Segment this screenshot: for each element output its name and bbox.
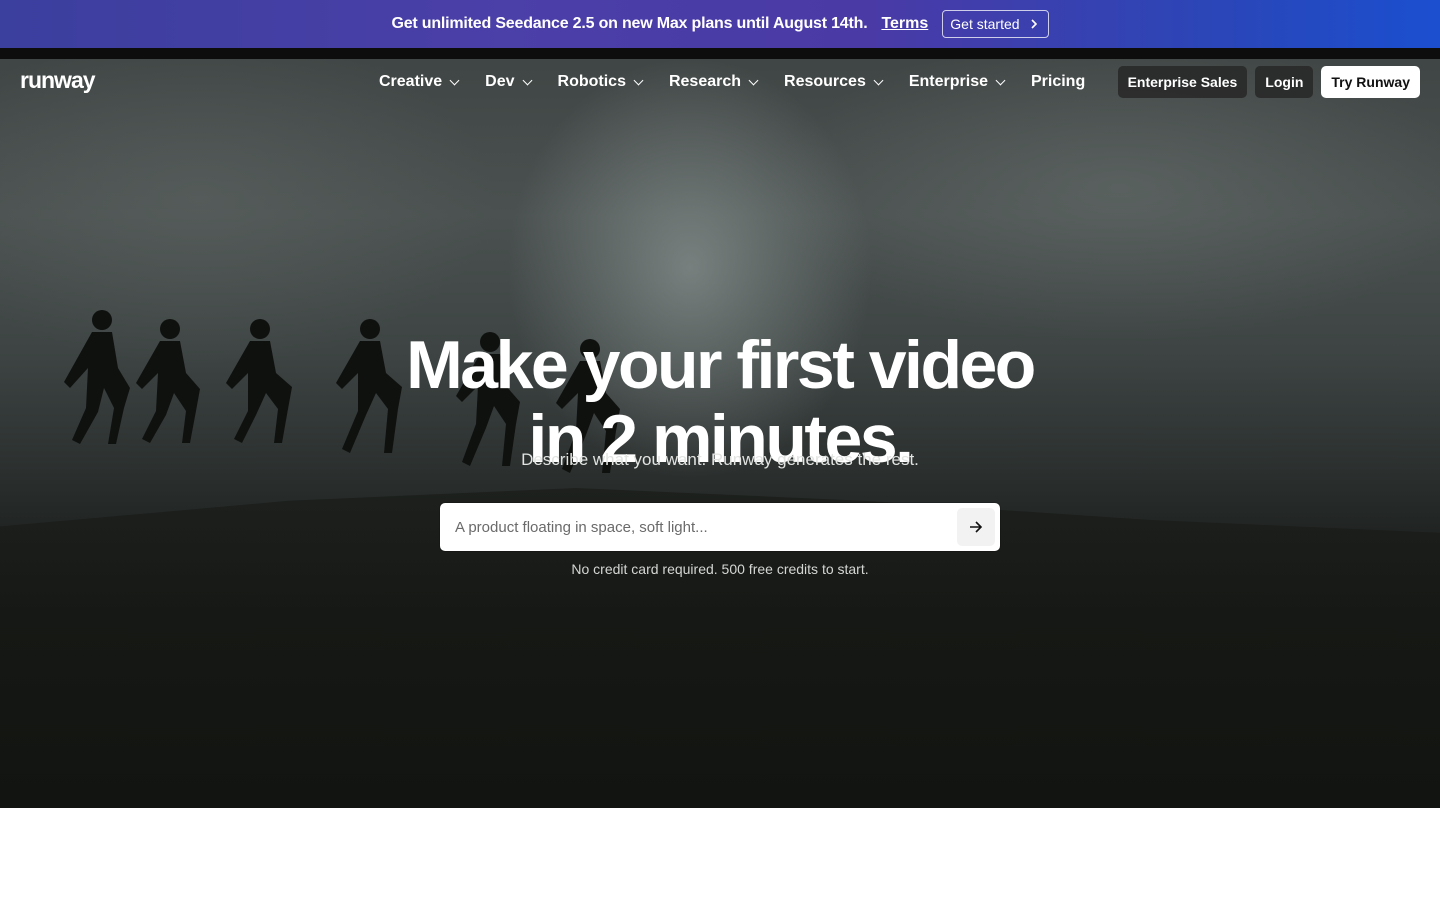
- hero-section: Make your first video in 2 minutes. Desc…: [0, 48, 1440, 808]
- promo-terms-link[interactable]: Terms: [881, 15, 928, 33]
- hero-note: No credit card required. 500 free credit…: [571, 561, 869, 577]
- nav-item-robotics[interactable]: Robotics: [557, 73, 644, 91]
- enterprise-sales-button[interactable]: Enterprise Sales: [1117, 66, 1248, 98]
- nav-item-resources[interactable]: Resources: [784, 73, 884, 91]
- promo-text: Get unlimited Seedance 2.5 on new Max pl…: [391, 15, 868, 32]
- prompt-search-box: [440, 503, 1000, 551]
- nav-item-creative[interactable]: Creative: [379, 73, 460, 91]
- nav-item-label: Dev: [485, 73, 515, 90]
- nav-item-label: Research: [668, 73, 742, 90]
- prompt-input[interactable]: [440, 503, 940, 551]
- chevron-down-icon: [995, 75, 1006, 85]
- promo-get-started-label: Get started: [950, 16, 1020, 32]
- login-button[interactable]: Login: [1255, 66, 1314, 98]
- hero-headline-line1: Make your first video: [406, 327, 1036, 403]
- promo-get-started-button[interactable]: Get started: [942, 10, 1049, 38]
- hero-subhead: Describe what you want. Runway generates…: [521, 450, 919, 469]
- chevron-down-icon: [748, 75, 759, 85]
- nav-item-dev[interactable]: Dev: [485, 73, 532, 91]
- nav-menu: Creative Dev Robotics Research Resources…: [379, 59, 1112, 105]
- chevron-down-icon: [522, 75, 532, 85]
- nav-item-enterprise[interactable]: Enterprise: [908, 73, 1006, 91]
- runway-logo[interactable]: runway: [20, 67, 96, 94]
- chevron-down-icon: [873, 75, 884, 85]
- nav-item-research[interactable]: Research: [668, 73, 759, 91]
- main-nav: runway Creative Dev Robotics Research Re…: [0, 59, 1440, 105]
- arrow-right-icon: [970, 521, 983, 533]
- try-runway-button[interactable]: Try Runway: [1321, 66, 1420, 98]
- nav-item-label: Creative: [379, 73, 443, 90]
- nav-item-pricing[interactable]: Pricing: [1031, 73, 1085, 91]
- chevron-down-icon: [633, 75, 644, 85]
- nav-item-label: Robotics: [557, 73, 626, 90]
- promo-banner: Get unlimited Seedance 2.5 on new Max pl…: [0, 0, 1440, 48]
- nav-item-label: Resources: [784, 73, 866, 90]
- nav-item-label: Enterprise: [908, 73, 988, 90]
- chevron-right-icon: [1030, 17, 1038, 31]
- prompt-submit-button[interactable]: [957, 508, 995, 546]
- chevron-down-icon: [449, 75, 460, 85]
- nav-item-label: Pricing: [1030, 73, 1086, 90]
- nav-actions: Enterprise Sales Login Try Runway: [1117, 66, 1420, 98]
